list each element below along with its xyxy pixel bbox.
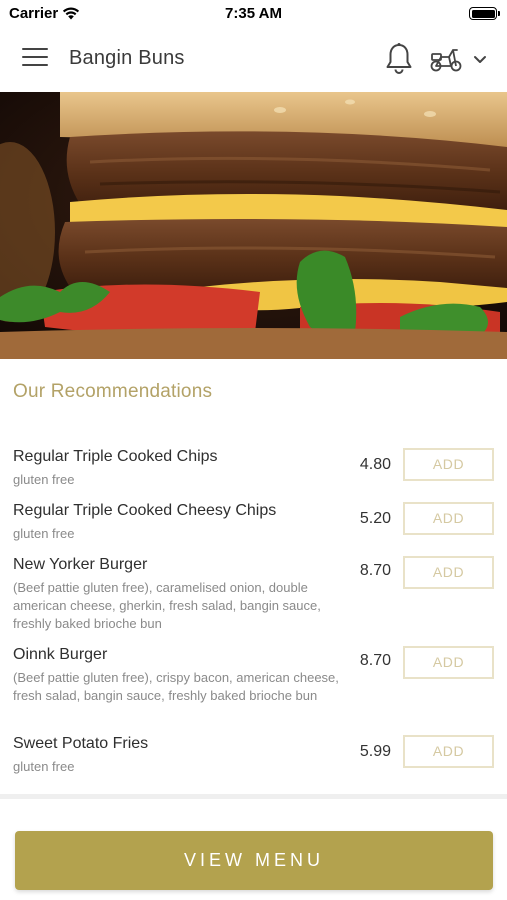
item-name: Regular Triple Cooked Chips [13,448,218,465]
item-price: 5.20 [359,510,391,527]
item-price: 8.70 [359,652,391,669]
add-button[interactable]: ADD [403,448,494,481]
item-description: gluten free [13,759,75,774]
hamburger-menu-icon[interactable] [22,48,48,70]
status-time: 7:35 AM [225,5,282,22]
battery-icon [469,7,500,20]
add-button[interactable]: ADD [403,556,494,589]
section-title-recommendations: Our Recommendations [13,381,213,402]
item-description: gluten free [13,472,75,487]
scooter-icon[interactable] [429,45,463,73]
view-menu-button[interactable]: VIEW MENU [15,831,493,890]
hero-burger-image [0,92,507,359]
bell-icon[interactable] [383,42,415,76]
add-button[interactable]: ADD [403,646,494,679]
item-name: Oinnk Burger [13,646,108,663]
item-description: (Beef pattie gluten free), caramelised o… [13,580,321,631]
chevron-down-icon[interactable] [471,52,489,66]
item-name: Regular Triple Cooked Cheesy Chips [13,502,277,519]
status-bar: Carrier 7:35 AM [0,0,507,28]
add-button[interactable]: ADD [403,502,494,535]
item-name: Sweet Potato Fries [13,735,149,752]
item-description: (Beef pattie gluten free), crispy bacon,… [13,670,339,703]
item-price: 8.70 [359,562,391,579]
app-header: Bangin Buns [0,28,507,92]
item-price: 5.99 [359,743,391,760]
add-button[interactable]: ADD [403,735,494,768]
item-price: 4.80 [359,456,391,473]
item-name: New Yorker Burger [13,556,148,573]
page-title: Bangin Buns [69,47,185,69]
item-description: gluten free [13,526,75,541]
